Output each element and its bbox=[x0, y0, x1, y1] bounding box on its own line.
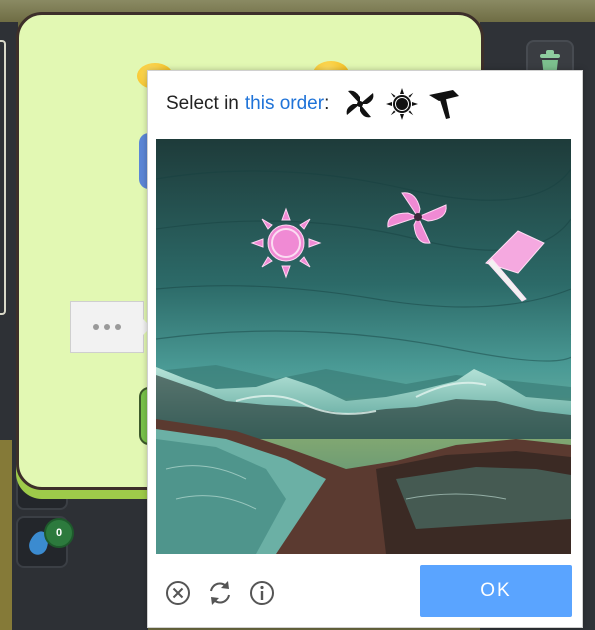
close-circle-icon[interactable] bbox=[164, 579, 192, 607]
ellipsis-icon bbox=[93, 324, 121, 330]
refresh-icon[interactable] bbox=[206, 579, 234, 607]
pinwheel-icon bbox=[346, 90, 374, 118]
instruction-order-link[interactable]: this order bbox=[245, 93, 324, 115]
flag-icon bbox=[429, 90, 460, 119]
info-icon[interactable] bbox=[248, 579, 276, 607]
sequence-icons bbox=[343, 87, 461, 121]
instruction-colon: : bbox=[324, 93, 330, 114]
captcha-instruction: Select in this order : bbox=[166, 87, 461, 121]
captcha-dialog: Select in this order : OK bbox=[147, 70, 583, 628]
instruction-prefix: Select in bbox=[166, 93, 239, 114]
captcha-footer: OK bbox=[148, 559, 584, 629]
mountain-scene bbox=[156, 139, 571, 554]
sun-target-icon[interactable] bbox=[250, 207, 322, 279]
left-frame bbox=[0, 40, 6, 315]
pinwheel-target-icon[interactable] bbox=[382, 187, 452, 247]
ok-button[interactable]: OK bbox=[420, 565, 572, 617]
captcha-challenge-image[interactable] bbox=[156, 139, 571, 554]
flag-target-icon[interactable] bbox=[482, 223, 552, 303]
more-options-tooltip[interactable] bbox=[70, 301, 151, 353]
sun-icon bbox=[386, 88, 419, 120]
inventory-count-badge: 0 bbox=[44, 518, 74, 548]
inventory-edge bbox=[0, 440, 12, 630]
